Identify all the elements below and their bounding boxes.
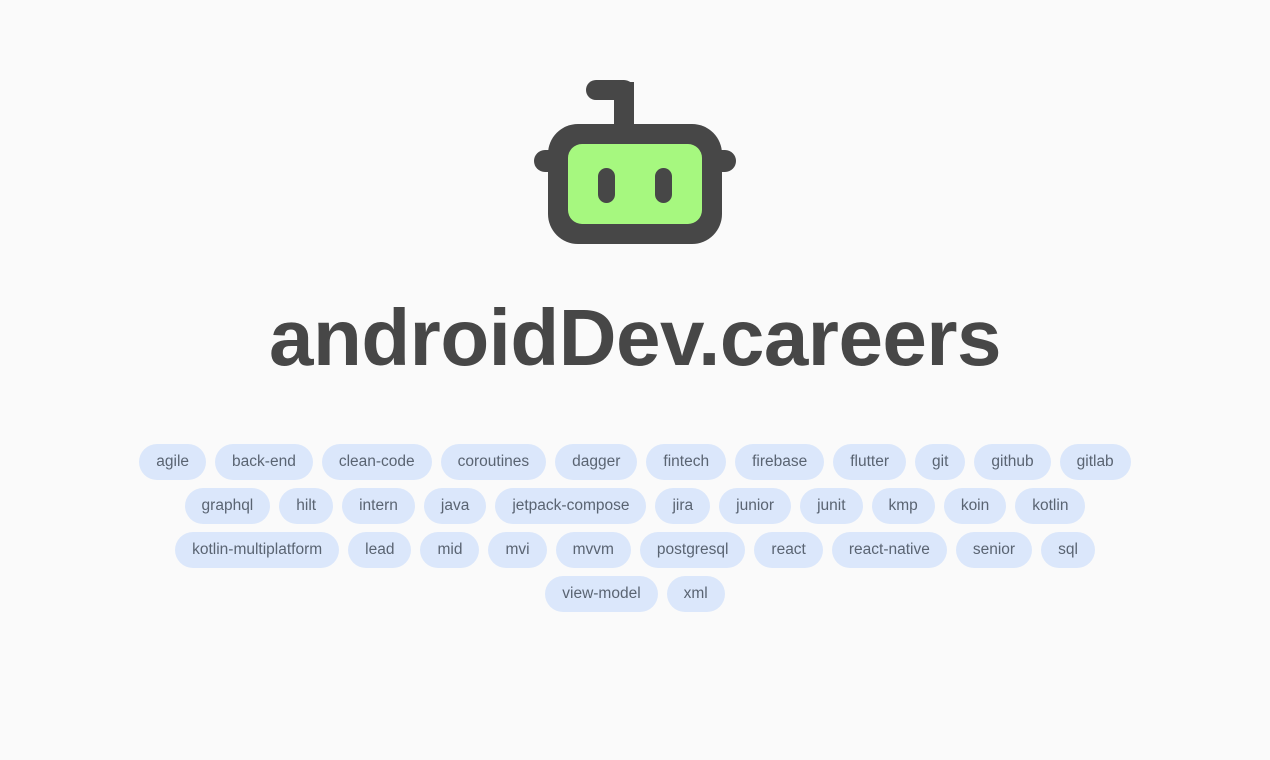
tag-chip[interactable]: kotlin-multiplatform (175, 532, 340, 568)
tag-chip[interactable]: koin (943, 488, 1007, 524)
tag-chip[interactable]: mvvm (555, 532, 631, 568)
robot-icon (534, 80, 736, 244)
tag-chip[interactable]: junit (800, 488, 863, 524)
tag-chip[interactable]: hilt (279, 488, 334, 524)
tag-chip[interactable]: kotlin (1015, 488, 1086, 524)
tag-chip[interactable]: gitlab (1059, 444, 1131, 480)
tag-chip[interactable]: senior (955, 532, 1033, 568)
robot-eye-right (655, 168, 672, 203)
robot-eye-left (598, 168, 615, 203)
tag-chip[interactable]: sql (1041, 532, 1095, 568)
tag-chip[interactable]: firebase (735, 444, 825, 480)
tag-chip[interactable]: mvi (488, 532, 547, 568)
tag-chip[interactable]: react (754, 532, 823, 568)
tag-chip[interactable]: coroutines (440, 444, 547, 480)
tag-chip[interactable]: back-end (215, 444, 313, 480)
tag-chip[interactable]: intern (342, 488, 415, 524)
page-root: androidDev.careers agile back-end clean-co… (0, 0, 1270, 760)
tag-chip[interactable]: postgresql (639, 532, 746, 568)
tag-chip[interactable]: view-model (545, 576, 658, 612)
tag-chip[interactable]: fintech (646, 444, 727, 480)
tag-chip[interactable]: agile (139, 444, 207, 480)
logo-container (530, 72, 740, 252)
tag-chip[interactable]: clean-code (321, 444, 432, 480)
tag-chip[interactable]: xml (666, 576, 725, 612)
tag-chip[interactable]: kmp (871, 488, 935, 524)
tag-chip[interactable]: java (423, 488, 487, 524)
tag-chip[interactable]: graphql (184, 488, 271, 524)
tag-chip[interactable]: github (974, 444, 1051, 480)
tag-chip[interactable]: flutter (833, 444, 907, 480)
tag-chip[interactable]: junior (719, 488, 792, 524)
page-title: androidDev.careers (268, 293, 1002, 382)
tag-chip[interactable]: mid (420, 532, 480, 568)
tag-chip[interactable]: jira (655, 488, 711, 524)
tag-chip[interactable]: lead (348, 532, 412, 568)
robot-face-screen (568, 144, 702, 224)
tag-chip[interactable]: dagger (555, 444, 638, 480)
tag-cloud: agile back-end clean-code coroutines dagger f… (135, 444, 1135, 612)
tag-chip[interactable]: react-native (831, 532, 947, 568)
tag-chip[interactable]: jetpack-compose (495, 488, 647, 524)
tag-chip[interactable]: git (915, 444, 966, 480)
